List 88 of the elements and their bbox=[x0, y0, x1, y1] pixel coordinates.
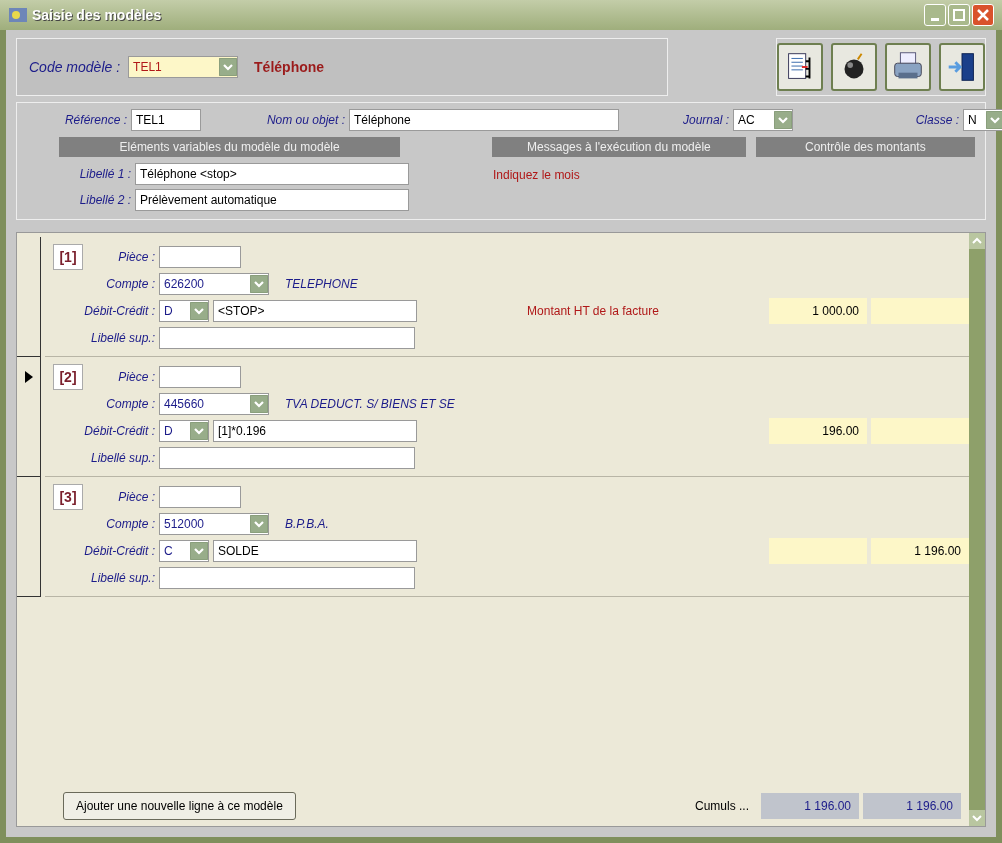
minimize-icon bbox=[931, 18, 939, 21]
debit-credit-combo[interactable]: D bbox=[159, 300, 209, 322]
field-label: Nom ou objet : bbox=[265, 112, 345, 129]
field-label: Compte : bbox=[105, 396, 155, 413]
section-header: Messages à l'exécution du modèle bbox=[492, 137, 746, 157]
row-selector[interactable] bbox=[17, 357, 41, 477]
account-combo[interactable]: 626200 bbox=[159, 273, 269, 295]
formula-field[interactable]: <STOP> bbox=[213, 300, 417, 322]
credit-amount: 1 196.00 bbox=[871, 538, 969, 564]
journal-combo[interactable]: AC bbox=[733, 109, 793, 131]
account-name: TVA DEDUCT. S/ BIENS ET SE bbox=[285, 396, 455, 413]
exit-door-icon[interactable] bbox=[939, 43, 985, 91]
dropdown-icon[interactable] bbox=[190, 302, 208, 320]
dropdown-icon[interactable] bbox=[986, 111, 1002, 129]
minimize-button[interactable] bbox=[924, 4, 946, 26]
name-field[interactable]: Téléphone bbox=[349, 109, 619, 131]
document-list-icon[interactable] bbox=[777, 43, 823, 91]
field-label: Compte : bbox=[105, 516, 155, 533]
field-label: Pièce : bbox=[117, 369, 155, 386]
field-label: Libellé sup.: bbox=[89, 570, 155, 587]
maximize-icon bbox=[953, 9, 965, 21]
model-code-label: Code modèle : bbox=[29, 57, 121, 77]
account-name: B.P.B.A. bbox=[285, 516, 329, 533]
libelle-field[interactable] bbox=[159, 447, 415, 469]
scrollbar[interactable] bbox=[969, 233, 985, 826]
row-selector[interactable] bbox=[17, 237, 41, 357]
close-button[interactable] bbox=[972, 4, 994, 26]
section-header: Contrôle des montants bbox=[755, 137, 975, 157]
dropdown-icon[interactable] bbox=[190, 422, 208, 440]
libelle-field[interactable]: Prélèvement automatique bbox=[135, 189, 409, 211]
account-combo[interactable]: 512000 bbox=[159, 513, 269, 535]
execution-message: Indiquez le mois bbox=[493, 167, 580, 184]
dropdown-icon[interactable] bbox=[774, 111, 792, 129]
line-number: [2] bbox=[53, 364, 83, 390]
window-title: Saisie des modèles bbox=[32, 5, 162, 25]
formula-field[interactable]: SOLDE bbox=[213, 540, 417, 562]
field-label: Libellé sup.: bbox=[89, 330, 155, 347]
row-selector[interactable] bbox=[17, 477, 41, 597]
field-label: Libellé 1 : bbox=[78, 166, 131, 183]
current-row-icon bbox=[24, 371, 33, 383]
field-label: Référence : bbox=[63, 112, 127, 129]
libelle-field[interactable] bbox=[159, 567, 415, 589]
totals-label: Cumuls ... bbox=[695, 798, 749, 815]
debit-amount: 1 000.00 bbox=[769, 298, 867, 324]
field-label: Débit-Crédit : bbox=[83, 543, 155, 560]
debit-credit-combo[interactable]: D bbox=[159, 420, 209, 442]
scroll-up-icon[interactable] bbox=[969, 233, 985, 249]
field-label: Pièce : bbox=[117, 489, 155, 506]
total-debit: 1 196.00 bbox=[761, 793, 859, 819]
line-message: Montant HT de la facture bbox=[527, 303, 659, 320]
account-name: TELEPHONE bbox=[285, 276, 358, 293]
dropdown-icon[interactable] bbox=[250, 515, 268, 533]
field-label: Débit-Crédit : bbox=[83, 423, 155, 440]
dropdown-icon[interactable] bbox=[250, 395, 268, 413]
debit-amount: 196.00 bbox=[769, 418, 867, 444]
close-icon bbox=[977, 9, 989, 21]
total-credit: 1 196.00 bbox=[863, 793, 961, 819]
line-number: [3] bbox=[53, 484, 83, 510]
field-label: Journal : bbox=[681, 112, 729, 129]
add-line-button[interactable]: Ajouter une nouvelle ligne à ce modèle bbox=[63, 792, 296, 820]
field-label: Classe : bbox=[914, 112, 959, 129]
dropdown-icon[interactable] bbox=[190, 542, 208, 560]
section-header: Eléments variables du modèle du modèle bbox=[59, 137, 401, 157]
dropdown-icon[interactable] bbox=[250, 275, 268, 293]
maximize-button[interactable] bbox=[948, 4, 970, 26]
debit-credit-combo[interactable]: C bbox=[159, 540, 209, 562]
libelle-field[interactable] bbox=[159, 327, 415, 349]
model-name: Téléphone bbox=[254, 57, 325, 77]
piece-field[interactable] bbox=[159, 366, 241, 388]
line-number: [1] bbox=[53, 244, 83, 270]
formula-field[interactable]: [1]*0.196 bbox=[213, 420, 417, 442]
field-label: Libellé 2 : bbox=[78, 192, 131, 209]
field-label: Libellé sup.: bbox=[89, 450, 155, 467]
app-icon bbox=[8, 6, 28, 24]
bomb-icon[interactable] bbox=[831, 43, 877, 91]
dropdown-icon[interactable] bbox=[219, 58, 238, 76]
model-code-combo[interactable]: TEL1 bbox=[128, 56, 239, 78]
printer-icon[interactable] bbox=[885, 43, 931, 91]
piece-field[interactable] bbox=[159, 486, 241, 508]
class-combo[interactable]: N bbox=[963, 109, 1002, 131]
field-label: Compte : bbox=[105, 276, 155, 293]
libelle-field[interactable]: Téléphone <stop> bbox=[135, 163, 409, 185]
scroll-down-icon[interactable] bbox=[969, 810, 985, 826]
field-label: Débit-Crédit : bbox=[83, 303, 155, 320]
field-label: Pièce : bbox=[117, 249, 155, 266]
account-combo[interactable]: 445660 bbox=[159, 393, 269, 415]
reference-field[interactable]: TEL1 bbox=[131, 109, 201, 131]
piece-field[interactable] bbox=[159, 246, 241, 268]
